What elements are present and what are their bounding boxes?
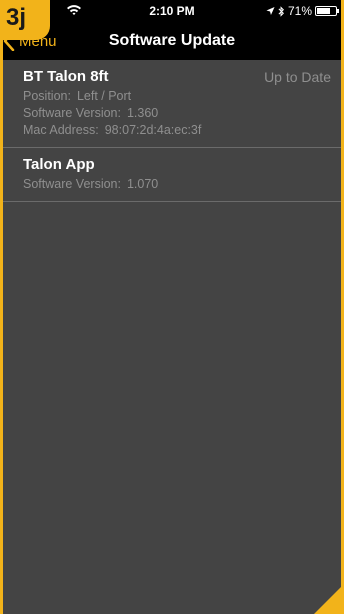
mac-address-label: Mac Address:	[23, 123, 99, 137]
position-value: Left / Port	[76, 89, 132, 103]
app-screen: 2:10 PM 71% Menu Software Update BT Talo…	[3, 0, 341, 614]
item-title: Talon App	[23, 156, 95, 173]
software-version-value: 1.360	[126, 106, 159, 120]
mac-address-line: Mac Address: 98:07:2d:4a:ec:3f	[23, 122, 331, 139]
corner-fold-decoration	[314, 584, 344, 614]
device-frame: 2:10 PM 71% Menu Software Update BT Talo…	[0, 0, 344, 614]
battery-percent: 71%	[287, 4, 312, 18]
position-label: Position:	[23, 89, 71, 103]
mac-address-value: 98:07:2d:4a:ec:3f	[104, 123, 202, 137]
software-version-label: Software Version:	[23, 177, 121, 191]
page-title: Software Update	[108, 32, 236, 49]
bluetooth-icon	[278, 5, 284, 17]
device-list: BT Talon 8ft Up to Date Position: Left / …	[3, 60, 341, 202]
brand-logo: 3j	[0, 0, 50, 40]
software-version-label: Software Version:	[23, 106, 121, 120]
list-item-talon-app[interactable]: Talon App Software Version: 1.070	[3, 148, 341, 202]
battery-fill	[317, 8, 330, 14]
status-bar: 2:10 PM 71%	[3, 0, 341, 22]
status-badge: Up to Date	[264, 69, 331, 85]
status-right-group: 71%	[266, 4, 339, 18]
list-item-bt-talon[interactable]: BT Talon 8ft Up to Date Position: Left / …	[3, 60, 341, 148]
location-arrow-icon	[266, 6, 275, 16]
software-version-line: Software Version: 1.070	[23, 176, 331, 193]
battery-icon	[315, 6, 339, 16]
nav-bar: Menu Software Update	[3, 22, 341, 60]
software-version-value: 1.070	[126, 177, 159, 191]
position-line: Position: Left / Port	[23, 88, 331, 105]
software-version-line: Software Version: 1.360	[23, 105, 331, 122]
